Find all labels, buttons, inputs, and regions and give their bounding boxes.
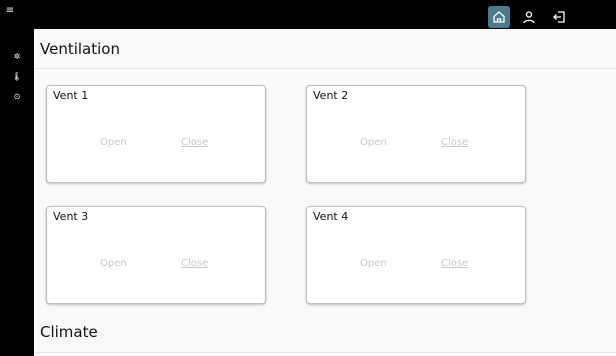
hamburger-icon[interactable]: ≡ (3, 4, 17, 18)
vent-name: Vent 2 (313, 89, 349, 102)
user-button[interactable] (518, 6, 540, 28)
close-button[interactable]: Close (181, 258, 208, 269)
section-divider (34, 352, 616, 353)
clock-icon[interactable]: ⊙ (10, 90, 24, 104)
open-button[interactable]: Open (360, 258, 387, 269)
climate-title: Climate (40, 323, 98, 341)
logout-button[interactable] (548, 6, 570, 28)
sidebar: ✲ 🌡︎ ⊙ (0, 29, 34, 356)
vent-card-1: Vent 1 Open Close (46, 85, 266, 183)
user-icon (523, 11, 535, 24)
open-button[interactable]: Open (100, 258, 127, 269)
fan-icon[interactable]: ✲ (10, 50, 24, 64)
close-button[interactable]: Close (441, 258, 468, 269)
close-button[interactable]: Close (441, 137, 468, 148)
vent-card-3: Vent 3 Open Close (46, 206, 266, 304)
home-button[interactable] (488, 6, 510, 28)
vent-name: Vent 4 (313, 210, 349, 223)
thermometer-icon[interactable]: 🌡︎ (10, 70, 24, 84)
close-button[interactable]: Close (181, 137, 208, 148)
logout-icon (553, 11, 565, 23)
home-icon (493, 11, 505, 23)
ventilation-title: Ventilation (40, 40, 120, 58)
open-button[interactable]: Open (360, 137, 387, 148)
vent-card-2: Vent 2 Open Close (306, 85, 526, 183)
open-button[interactable]: Open (100, 137, 127, 148)
main-content: Ventilation Vent 1 Open Close Vent 2 Ope… (34, 29, 616, 356)
vent-name: Vent 3 (53, 210, 89, 223)
vent-name: Vent 1 (53, 89, 89, 102)
vent-card-4: Vent 4 Open Close (306, 206, 526, 304)
section-divider (34, 68, 616, 69)
top-bar: ≡ (0, 0, 616, 29)
top-nav (488, 6, 570, 28)
